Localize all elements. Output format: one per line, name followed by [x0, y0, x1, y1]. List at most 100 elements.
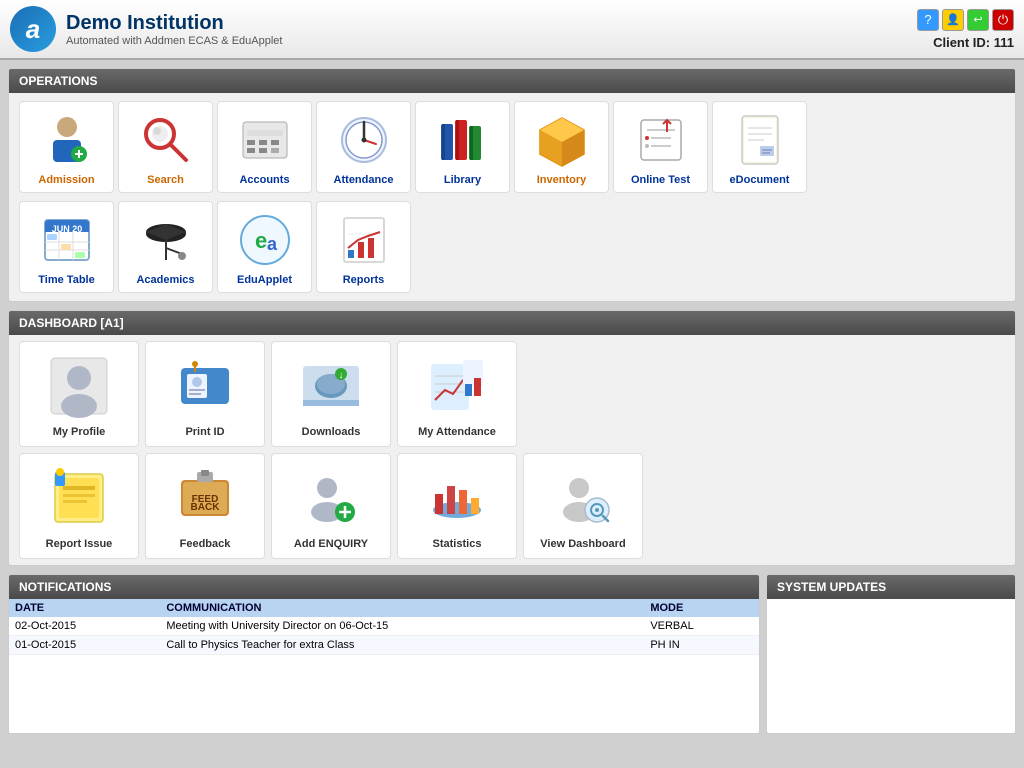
notifications-header: NOTIFICATIONS	[9, 575, 759, 599]
view-dashboard-label: View Dashboard	[540, 538, 625, 550]
my-attendance-icon	[421, 350, 493, 422]
header-icon-group: ? 👤 ↩ ⏻	[917, 9, 1014, 31]
header-text: Demo Institution Automated with Addmen E…	[66, 12, 282, 47]
report-issue-label: Report Issue	[46, 538, 113, 550]
edocument-icon	[728, 108, 792, 172]
online-test-icon	[629, 108, 693, 172]
notif-date: 02-Oct-2015	[9, 617, 160, 636]
attendance-label: Attendance	[334, 174, 394, 186]
inventory-label: Inventory	[537, 174, 587, 186]
eduapplet-icon: e a	[233, 208, 297, 272]
my-attendance-label: My Attendance	[418, 426, 496, 438]
svg-text:JUN 20: JUN 20	[51, 224, 82, 234]
dash-my-profile[interactable]: My Profile	[19, 341, 139, 447]
svg-text:↓: ↓	[339, 370, 344, 381]
ops-timetable[interactable]: JUN 20 Time Table	[19, 201, 114, 293]
dash-my-attendance[interactable]: My Attendance	[397, 341, 517, 447]
bottom-row: NOTIFICATIONS DATE COMMUNICATION MODE 02…	[8, 574, 1016, 734]
edocument-label: eDocument	[730, 174, 790, 186]
operations-grid: Admission Search	[9, 93, 1015, 201]
dash-view-dashboard[interactable]: View Dashboard	[523, 453, 643, 559]
notifications-table: DATE COMMUNICATION MODE 02-Oct-2015 Meet…	[9, 599, 759, 655]
search-label: Search	[147, 174, 184, 186]
power-button[interactable]: ⏻	[992, 9, 1014, 31]
downloads-icon: ↓	[295, 350, 367, 422]
notif-date: 01-Oct-2015	[9, 636, 160, 655]
logo-icon[interactable]: a	[10, 6, 56, 52]
ops-accounts[interactable]: Accounts	[217, 101, 312, 193]
notifications-panel: NOTIFICATIONS DATE COMMUNICATION MODE 02…	[8, 574, 760, 734]
notif-communication: Meeting with University Director on 06-O…	[160, 617, 644, 636]
view-dashboard-icon	[547, 462, 619, 534]
admission-label: Admission	[38, 174, 94, 186]
app-subtitle: Automated with Addmen ECAS & EduApplet	[66, 35, 282, 47]
reports-label: Reports	[343, 274, 385, 286]
user-button[interactable]: 👤	[942, 9, 964, 31]
print-id-icon	[169, 350, 241, 422]
dashboard-row2: Report Issue FEED BACK Feedb	[9, 453, 1015, 565]
academics-icon	[134, 208, 198, 272]
downloads-label: Downloads	[302, 426, 361, 438]
ops-admission[interactable]: Admission	[19, 101, 114, 193]
timetable-icon: JUN 20	[35, 208, 99, 272]
dash-statistics[interactable]: Statistics	[397, 453, 517, 559]
report-issue-icon	[43, 462, 115, 534]
notif-mode: PH IN	[644, 636, 759, 655]
add-enquiry-icon	[295, 462, 367, 534]
dash-feedback[interactable]: FEED BACK Feedback	[145, 453, 265, 559]
my-profile-label: My Profile	[53, 426, 106, 438]
accounts-label: Accounts	[239, 174, 289, 186]
feedback-icon: FEED BACK	[169, 462, 241, 534]
ops-inventory[interactable]: Inventory	[514, 101, 609, 193]
col-date: DATE	[9, 599, 160, 617]
operations-section: OPERATIONS Admission	[8, 68, 1016, 302]
back-button[interactable]: ↩	[967, 9, 989, 31]
ops-library[interactable]: Library	[415, 101, 510, 193]
col-mode: MODE	[644, 599, 759, 617]
feedback-label: Feedback	[180, 538, 231, 550]
notif-mode: VERBAL	[644, 617, 759, 636]
svg-text:e: e	[255, 228, 267, 253]
admission-icon	[35, 108, 99, 172]
dashboard-row1: My Profile Print ID	[9, 335, 1015, 453]
ops-academics[interactable]: Academics	[118, 201, 213, 293]
notif-communication: Call to Physics Teacher for extra Class	[160, 636, 644, 655]
ops-search[interactable]: Search	[118, 101, 213, 193]
timetable-label: Time Table	[38, 274, 94, 286]
col-communication: COMMUNICATION	[160, 599, 644, 617]
dash-print-id[interactable]: Print ID	[145, 341, 265, 447]
ops-edocument[interactable]: eDocument	[712, 101, 807, 193]
my-profile-icon	[43, 350, 115, 422]
statistics-icon	[421, 462, 493, 534]
ops-attendance[interactable]: Attendance	[316, 101, 411, 193]
app-title: Demo Institution	[66, 12, 282, 35]
dash-add-enquiry[interactable]: Add ENQUIRY	[271, 453, 391, 559]
operations-grid-row2: JUN 20 Time Table	[9, 201, 1015, 301]
inventory-icon	[530, 108, 594, 172]
operations-header: OPERATIONS	[9, 69, 1015, 93]
ops-eduapplet[interactable]: e a EduApplet	[217, 201, 312, 293]
ops-reports[interactable]: Reports	[316, 201, 411, 293]
dash-downloads[interactable]: ↓ Downloads	[271, 341, 391, 447]
search-icon	[134, 108, 198, 172]
header-left: a Demo Institution Automated with Addmen…	[10, 6, 282, 52]
online-test-label: Online Test	[631, 174, 690, 186]
print-id-label: Print ID	[185, 426, 224, 438]
header-right: ? 👤 ↩ ⏻ Client ID: 111	[917, 9, 1014, 50]
reports-icon	[332, 208, 396, 272]
academics-label: Academics	[136, 274, 194, 286]
svg-text:a: a	[267, 234, 278, 254]
client-id-label: Client ID: 111	[933, 35, 1014, 50]
statistics-label: Statistics	[433, 538, 482, 550]
library-icon	[431, 108, 495, 172]
system-updates-header: SYSTEM UPDATES	[767, 575, 1015, 599]
accounts-icon	[233, 108, 297, 172]
dash-report-issue[interactable]: Report Issue	[19, 453, 139, 559]
ops-online-test[interactable]: Online Test	[613, 101, 708, 193]
attendance-icon	[332, 108, 396, 172]
help-button[interactable]: ?	[917, 9, 939, 31]
main-content: OPERATIONS Admission	[0, 60, 1024, 768]
table-row: 01-Oct-2015 Call to Physics Teacher for …	[9, 636, 759, 655]
header: a Demo Institution Automated with Addmen…	[0, 0, 1024, 60]
svg-text:BACK: BACK	[191, 502, 221, 513]
